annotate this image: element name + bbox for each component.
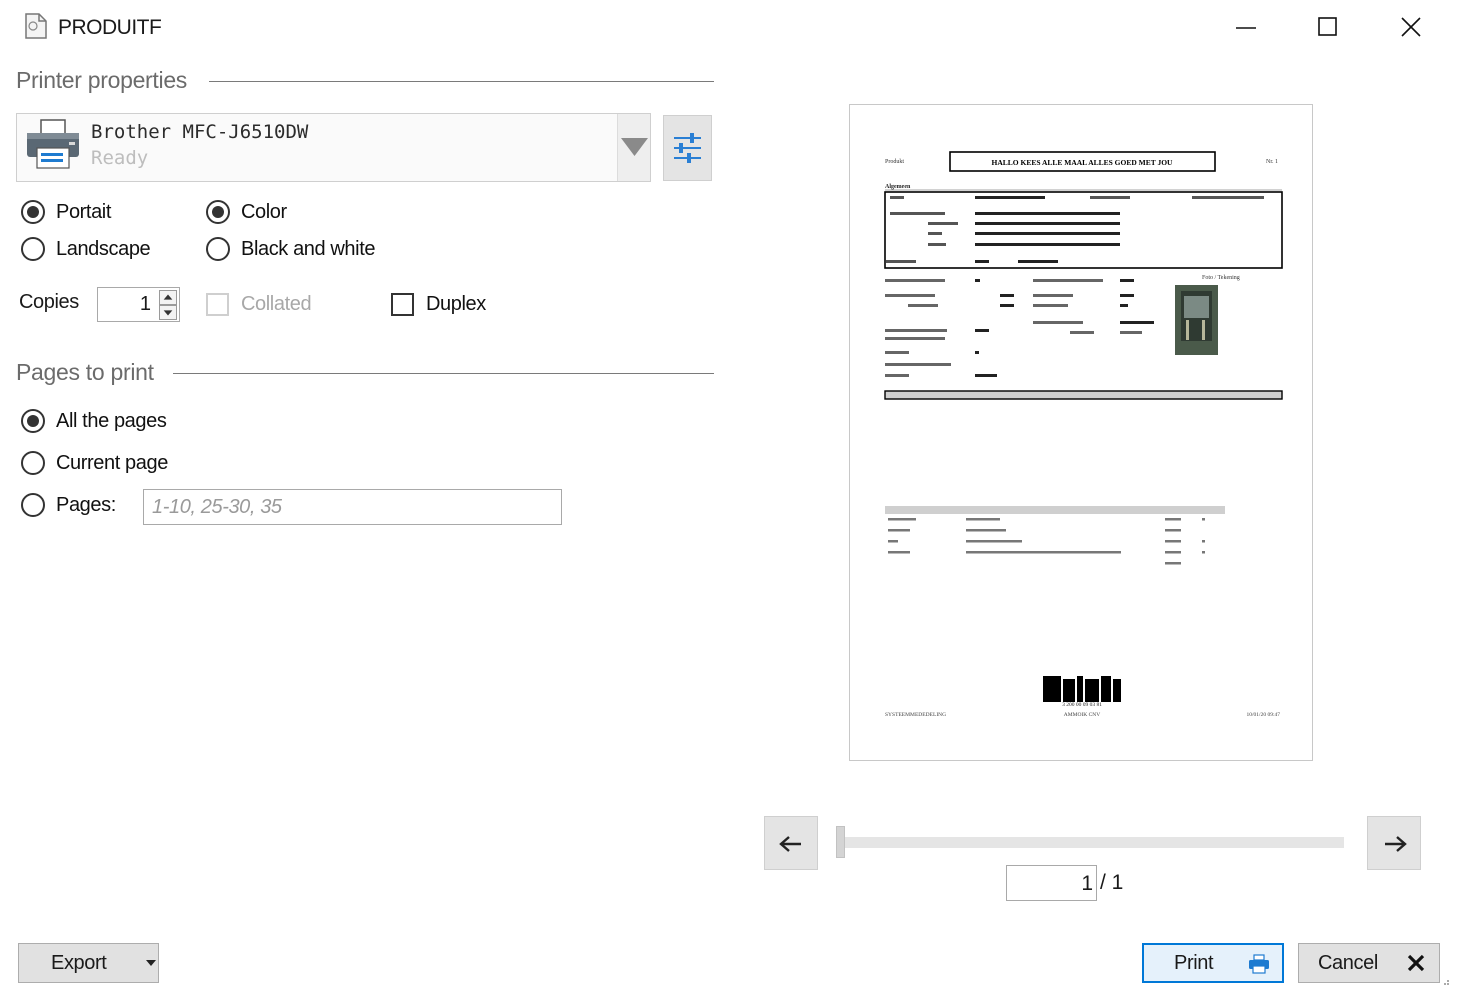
printer-properties-heading: Printer properties (16, 67, 188, 93)
checkbox-icon (206, 293, 229, 316)
radio-selected-icon (21, 200, 45, 224)
printer-select[interactable]: Brother MFC-J6510DW Ready (16, 113, 651, 182)
preview-header-left: Produkt (885, 159, 904, 165)
preview-image-label: Foto / Tekening (1202, 275, 1240, 281)
arrow-left-icon (779, 836, 801, 852)
next-page-button[interactable] (1367, 816, 1421, 870)
document-icon (25, 13, 47, 39)
page-slider-thumb[interactable] (836, 826, 845, 858)
pages-to-print-divider (173, 373, 714, 374)
pages-range-input[interactable] (143, 489, 562, 525)
color-mode-bw-label: Black and white (241, 237, 376, 260)
collated-checkbox[interactable]: Collated (206, 293, 312, 316)
title-bar: PRODUITF (0, 0, 1457, 56)
copies-value[interactable]: 1 (140, 293, 151, 316)
pages-current-radio[interactable]: Current page (21, 451, 168, 475)
orientation-landscape-radio[interactable]: Landscape (21, 237, 151, 261)
page-total: / 1 (1100, 871, 1124, 894)
preview-details-box (884, 191, 1283, 269)
orientation-portrait-radio[interactable]: Portait (21, 200, 111, 224)
sliders-icon (674, 133, 701, 163)
printer-name: Brother MFC-J6510DW (91, 121, 309, 143)
radio-unselected-icon (21, 451, 45, 475)
checkbox-icon (391, 293, 414, 316)
close-icon[interactable] (1391, 8, 1431, 46)
pages-all-label: All the pages (56, 409, 167, 432)
preview-barcode (1043, 676, 1121, 702)
page-slider[interactable] (842, 837, 1344, 848)
previous-page-button[interactable] (764, 816, 818, 870)
export-button[interactable]: Export (18, 943, 159, 983)
resize-grip-icon[interactable] (1440, 976, 1450, 986)
color-mode-bw-radio[interactable]: Black and white (206, 237, 375, 261)
preview-page: Produkt HALLO KEES ALLE MAAL ALLES GOED … (884, 151, 1283, 718)
preview-header-right: Nr. 1 (1266, 159, 1278, 165)
preview-barcode-text: 3 200 00 09 03 81 (1062, 702, 1102, 708)
copies-label: Copies (19, 291, 79, 313)
preview-header-title: HALLO KEES ALLE MAAL ALLES GOED MET JOU (992, 158, 1174, 167)
close-icon (1407, 954, 1425, 972)
radio-unselected-icon (21, 237, 45, 261)
printer-dropdown-button[interactable] (617, 114, 650, 181)
export-label: Export (51, 952, 107, 974)
printer-properties-divider (209, 81, 714, 82)
orientation-landscape-label: Landscape (56, 237, 151, 260)
preview-footer-left: SYSTEEMMEDEDELING (885, 712, 946, 718)
color-mode-color-label: Color (241, 200, 287, 223)
current-page-value[interactable]: 1 (1081, 872, 1093, 896)
pages-range-label: Pages: (56, 493, 116, 516)
arrow-right-icon (1385, 836, 1407, 852)
print-button[interactable]: Print (1142, 943, 1284, 983)
current-page-input[interactable]: 1 (1006, 865, 1097, 901)
duplex-label: Duplex (426, 293, 486, 315)
radio-selected-icon (21, 409, 45, 433)
printer-status: Ready (91, 147, 149, 169)
pages-all-radio[interactable]: All the pages (21, 409, 167, 433)
pages-range-radio[interactable]: Pages: (21, 493, 116, 517)
copies-stepper[interactable]: 1 (97, 287, 180, 322)
color-mode-color-radio[interactable]: Color (206, 200, 287, 224)
duplex-checkbox[interactable]: Duplex (391, 293, 486, 316)
print-preview: Produkt HALLO KEES ALLE MAAL ALLES GOED … (849, 104, 1313, 761)
radio-unselected-icon (206, 237, 230, 261)
printer-icon (27, 119, 79, 169)
radio-selected-icon (206, 200, 230, 224)
printer-icon (1249, 954, 1269, 974)
cancel-button[interactable]: Cancel (1298, 943, 1440, 983)
preview-notes-bar (884, 390, 1283, 400)
preview-section-label: Algemeen (885, 184, 911, 190)
caret-down-icon (146, 960, 156, 966)
maximize-icon[interactable] (1308, 8, 1348, 46)
pages-to-print-heading: Pages to print (16, 359, 154, 385)
preview-footer-right: 10/01/20 09:47 (1247, 712, 1281, 718)
preview-table-header (885, 506, 1225, 514)
spin-up-icon[interactable] (159, 290, 177, 305)
print-label: Print (1174, 952, 1214, 974)
chevron-down-icon (621, 138, 648, 156)
spin-down-icon[interactable] (159, 305, 177, 320)
collated-label: Collated (241, 293, 312, 315)
pages-current-label: Current page (56, 451, 168, 474)
minimize-icon[interactable] (1226, 8, 1266, 46)
cancel-label: Cancel (1318, 952, 1378, 974)
preview-footer-center: AMMOIK CNV (1064, 712, 1101, 718)
orientation-portrait-label: Portait (56, 200, 112, 223)
window-title: PRODUITF (58, 16, 162, 39)
printer-settings-button[interactable] (663, 115, 712, 181)
radio-unselected-icon (21, 493, 45, 517)
